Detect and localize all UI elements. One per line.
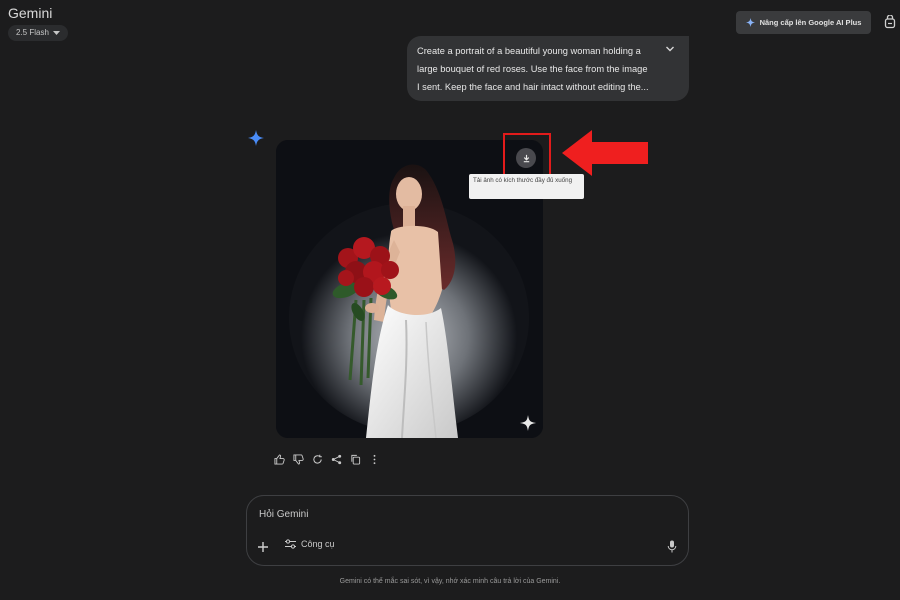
prompt-input-box[interactable]: Hỏi Gemini Công cụ — [246, 495, 689, 566]
download-tooltip: Tải ảnh có kích thước đầy đủ xuống — [469, 174, 584, 199]
microphone-icon[interactable] — [667, 540, 677, 553]
upgrade-label: Nâng cấp lên Google AI Plus — [759, 18, 862, 27]
tools-icon — [285, 539, 296, 549]
add-attachment-icon[interactable] — [257, 541, 269, 553]
annotation-highlight-box — [503, 133, 551, 178]
disclaimer-text: Gemini có thể mắc sai sót, vì vậy, nhớ x… — [339, 578, 561, 585]
thumbs-up-icon[interactable] — [274, 453, 285, 465]
model-selector[interactable]: 2.5 Flash — [8, 25, 68, 41]
model-label: 2.5 Flash — [16, 28, 49, 37]
user-prompt-bubble: Create a portrait of a beautiful young w… — [407, 36, 689, 101]
expand-chevron-icon[interactable] — [665, 44, 675, 54]
prompt-text: Create a portrait of a beautiful young w… — [417, 46, 649, 92]
sparkle-icon — [745, 18, 755, 27]
regenerate-icon[interactable] — [312, 454, 323, 465]
thumbs-down-icon[interactable] — [293, 453, 304, 465]
gemini-sparkle-icon — [248, 130, 264, 146]
response-actions — [274, 451, 380, 467]
annotation-arrow-icon — [562, 130, 648, 176]
upgrade-button[interactable]: Nâng cấp lên Google AI Plus — [736, 11, 871, 34]
share-icon[interactable] — [331, 454, 342, 465]
copy-icon[interactable] — [350, 454, 361, 465]
prompt-input-placeholder[interactable]: Hỏi Gemini — [259, 509, 308, 520]
tools-label: Công cụ — [301, 539, 335, 549]
temporary-chat-icon[interactable] — [884, 15, 896, 29]
app-title: Gemini — [8, 5, 53, 21]
more-options-icon[interactable] — [369, 454, 380, 465]
tools-button[interactable]: Công cụ — [285, 539, 335, 549]
chevron-down-icon — [52, 30, 60, 35]
